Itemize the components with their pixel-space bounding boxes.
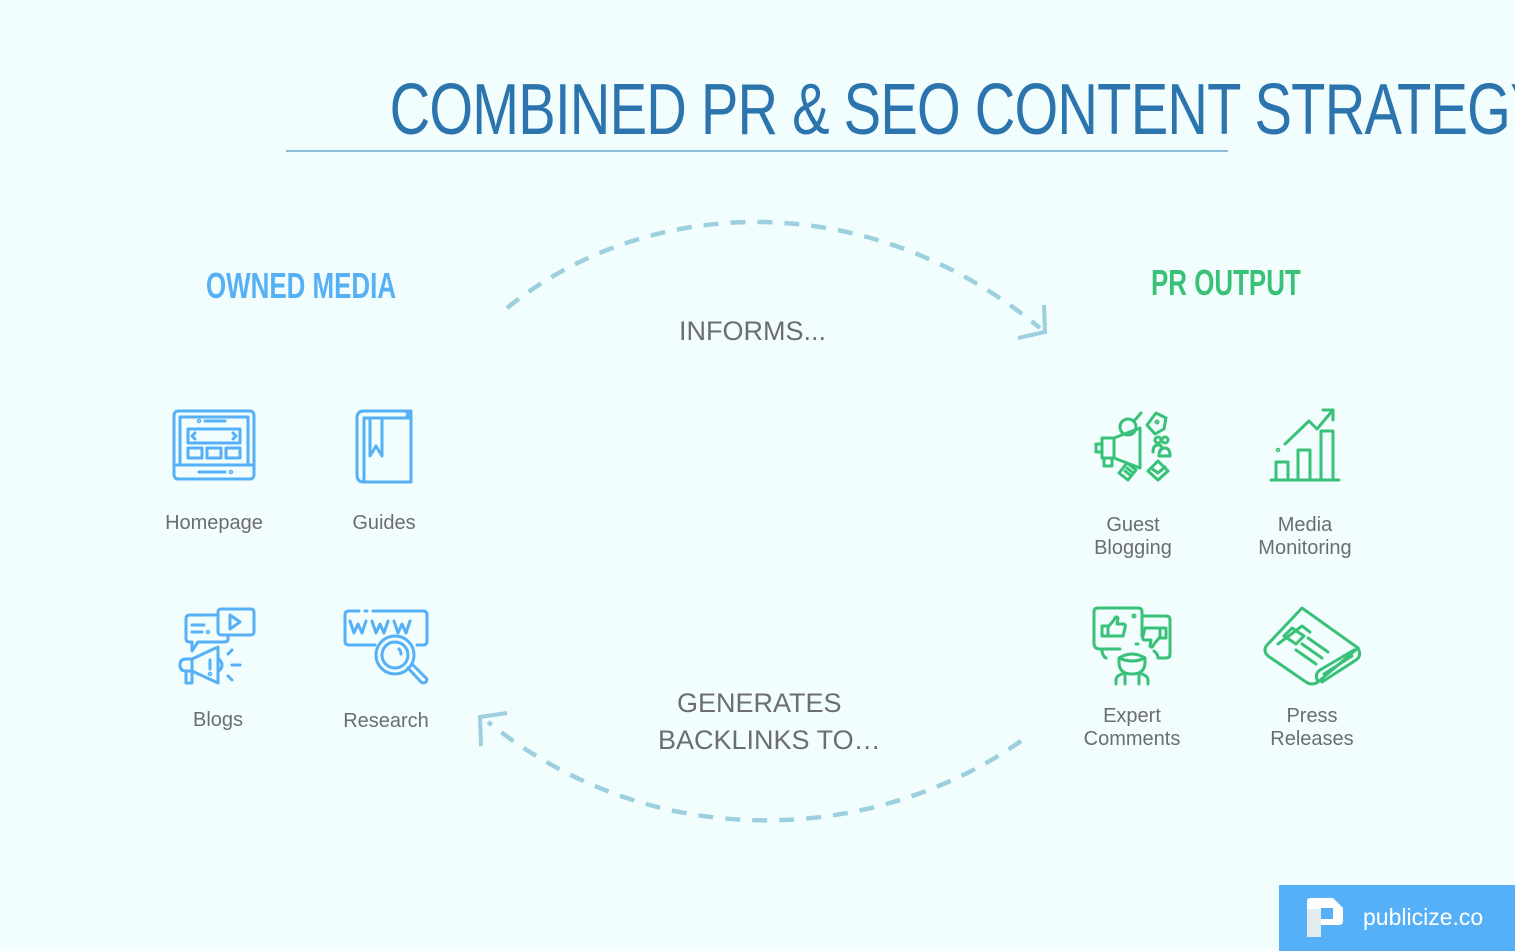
- media-monitoring-label-line2: Monitoring: [1258, 537, 1352, 559]
- media-monitoring-label-line1: Media: [1277, 514, 1333, 536]
- publicize-p-logo-icon: [1307, 898, 1343, 937]
- feedback-person-icon: [1092, 606, 1172, 686]
- guides-label: Guides: [352, 512, 416, 534]
- laptop-website-icon: [172, 409, 256, 481]
- generates-label-line1: GENERATES: [677, 688, 842, 718]
- backlinks-arrowhead: [477, 711, 508, 747]
- www-magnifier-icon: [343, 609, 429, 685]
- press-releases-label-line1: Press: [1286, 705, 1338, 727]
- research-label: Research: [343, 710, 429, 732]
- pr-output-item-expert-comments: Expert Comments: [1052, 606, 1212, 751]
- owned-media-heading: OWNED MEDIA: [206, 265, 397, 306]
- informs-label: INFORMS...: [679, 316, 826, 346]
- owned-media-item-research: Research: [306, 609, 466, 733]
- pr-output-item-press-releases: Press Releases: [1232, 606, 1392, 751]
- guest-blogging-label-line1: Guest: [1106, 514, 1160, 536]
- blogs-label: Blogs: [192, 709, 244, 731]
- publicize-badge[interactable]: publicize.co: [1279, 885, 1515, 951]
- brand-name: publicize.co: [1363, 904, 1484, 930]
- expert-comments-label-line1: Expert: [1103, 705, 1161, 727]
- guest-blogging-label-line2: Blogging: [1094, 537, 1172, 559]
- homepage-label: Homepage: [165, 512, 263, 534]
- generates-label-line2: BACKLINKS TO…: [658, 725, 881, 755]
- newspaper-icon: [1263, 606, 1362, 686]
- owned-media-item-blogs: Blogs: [138, 607, 298, 732]
- megaphone-chat-video-icon: [178, 607, 256, 685]
- owned-media-item-guides: Guides: [304, 409, 464, 535]
- megaphone-marketing-icon: [1094, 411, 1172, 482]
- growth-chart-icon: [1269, 408, 1341, 482]
- pr-output-item-media-monitoring: Media Monitoring: [1225, 407, 1385, 560]
- owned-media-item-homepage: Homepage: [134, 409, 294, 535]
- pr-output-item-guest-blogging: Guest Blogging: [1053, 408, 1213, 560]
- press-releases-label-line2: Releases: [1270, 728, 1354, 750]
- expert-comments-label-line2: Comments: [1083, 728, 1181, 750]
- pr-output-heading: PR OUTPUT: [1151, 262, 1301, 303]
- book-bookmark-icon: [355, 409, 413, 484]
